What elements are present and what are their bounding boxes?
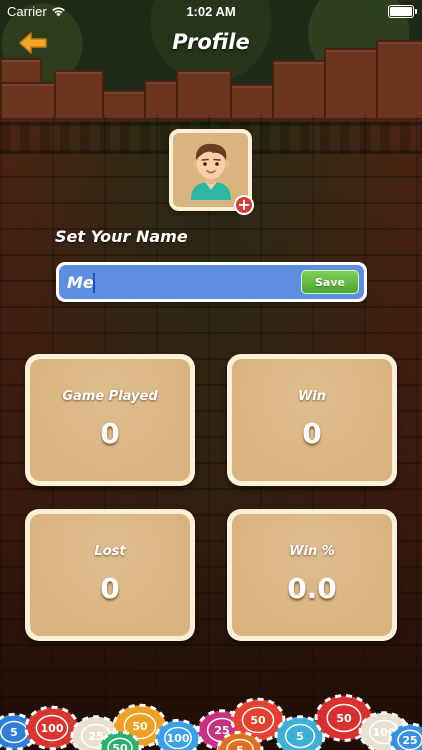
stat-value: 0	[302, 417, 322, 450]
chip-value: 50	[250, 714, 266, 727]
page-title: Profile	[172, 30, 250, 54]
chip-value: 100	[167, 732, 190, 745]
stat-label: Lost	[94, 544, 126, 559]
stat-card-game-played: Game Played 0	[25, 354, 195, 486]
chip-value: 25	[402, 734, 417, 747]
plus-icon: +	[237, 195, 251, 214]
stat-value: 0	[100, 417, 120, 450]
clock: 1:02 AM	[186, 4, 236, 19]
chip-value: 50	[132, 720, 148, 733]
boy-avatar-icon	[190, 143, 231, 200]
name-field-background: Save	[59, 265, 364, 299]
add-photo-button[interactable]: +	[234, 195, 254, 215]
chip-value: 5	[236, 744, 244, 750]
text-caret	[93, 273, 95, 293]
chip-value: 50	[112, 742, 128, 750]
chip-value: 25	[88, 730, 103, 743]
stat-value: 0.0	[287, 572, 337, 605]
name-input[interactable]	[67, 265, 287, 299]
name-label: Set Your Name	[55, 227, 188, 246]
stat-card-win: Win 0	[227, 354, 397, 486]
stat-card-lost: Lost 0	[25, 509, 195, 641]
stat-label: Game Played	[62, 389, 158, 404]
status-bar: Carrier 1:02 AM	[0, 0, 422, 22]
stat-value: 0	[100, 572, 120, 605]
chip-value: 5	[296, 730, 304, 743]
name-field-container: Save	[56, 262, 367, 302]
chip-value: 50	[336, 712, 352, 725]
casino-chip: 100	[24, 705, 80, 750]
save-button[interactable]: Save	[301, 270, 359, 294]
chip-value: 5	[10, 726, 18, 739]
stat-card-win-percent: Win % 0.0	[227, 509, 397, 641]
casino-chip: 25	[388, 722, 422, 750]
battery-icon	[388, 5, 417, 18]
stat-label: Win	[297, 389, 327, 404]
casino-chips-decoration: 51002550100255055010025505	[0, 694, 422, 750]
chip-value: 100	[41, 722, 64, 735]
stat-label: Win %	[289, 544, 335, 559]
